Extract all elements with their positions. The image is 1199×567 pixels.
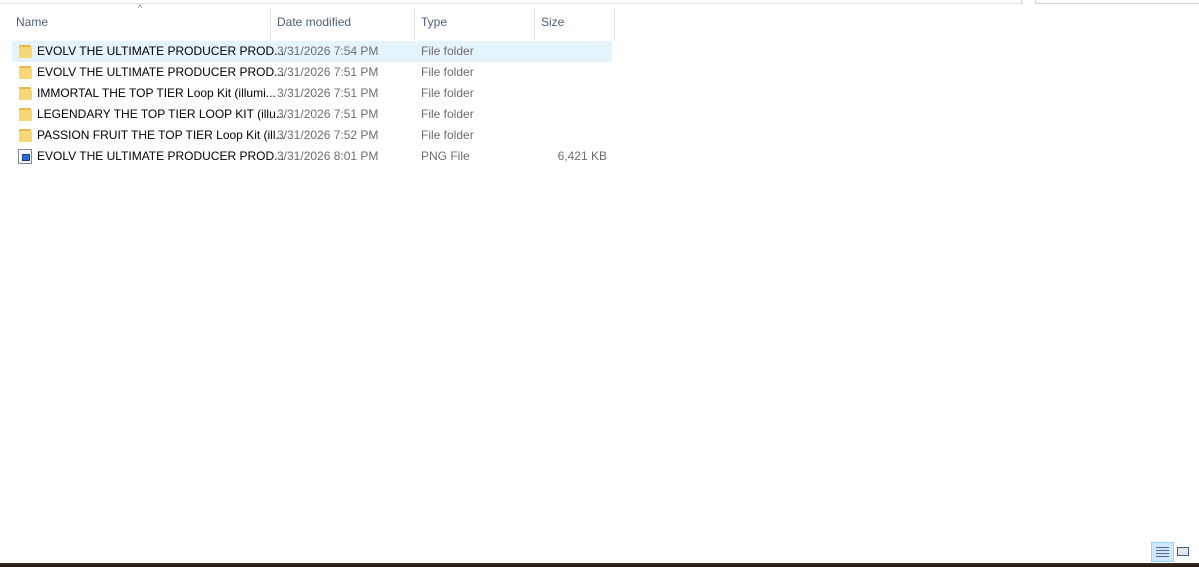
- file-size: 6,421 KB: [557, 149, 607, 163]
- column-header-name[interactable]: Name: [10, 8, 271, 40]
- large-icons-view-icon: [1177, 547, 1189, 556]
- file-date-modified: 3/31/2026 7:51 PM: [277, 86, 379, 100]
- file-row[interactable]: PASSION FRUIT THE TOP TIER Loop Kit (ill…: [12, 125, 612, 146]
- file-name: EVOLV THE ULTIMATE PRODUCER PROD...: [37, 65, 285, 79]
- file-name: IMMORTAL THE TOP TIER Loop Kit (illumi..…: [37, 86, 276, 100]
- column-header-date-modified[interactable]: Date modified: [271, 8, 415, 40]
- file-type: File folder: [421, 65, 474, 79]
- png-file-icon: [18, 149, 32, 164]
- file-type: File folder: [421, 86, 474, 100]
- file-type: PNG File: [421, 149, 470, 163]
- file-type: File folder: [421, 44, 474, 58]
- file-name: EVOLV THE ULTIMATE PRODUCER PROD...: [37, 149, 285, 163]
- taskbar-edge: [0, 563, 1199, 567]
- column-header-bar: ^ Name Date modified Type Size: [0, 4, 615, 40]
- folder-icon: [18, 44, 32, 59]
- file-type: File folder: [421, 107, 474, 121]
- column-header-size[interactable]: Size: [535, 8, 615, 40]
- folder-icon: [18, 107, 32, 122]
- file-row[interactable]: EVOLV THE ULTIMATE PRODUCER PROD... 3/31…: [12, 146, 612, 167]
- file-date-modified: 3/31/2026 7:51 PM: [277, 107, 379, 121]
- file-row[interactable]: EVOLV THE ULTIMATE PRODUCER PROD... 3/31…: [12, 41, 612, 62]
- file-name: EVOLV THE ULTIMATE PRODUCER PROD...: [37, 44, 285, 58]
- file-type: File folder: [421, 128, 474, 142]
- folder-icon: [18, 65, 32, 80]
- details-view-icon: [1156, 547, 1169, 557]
- file-date-modified: 3/31/2026 7:54 PM: [277, 44, 379, 58]
- large-icons-view-button[interactable]: [1176, 542, 1191, 562]
- toolbar-separator: [1021, 0, 1022, 4]
- column-header-type[interactable]: Type: [415, 8, 535, 40]
- file-date-modified: 3/31/2026 7:52 PM: [277, 128, 379, 142]
- folder-icon: [18, 86, 32, 101]
- file-date-modified: 3/31/2026 8:01 PM: [277, 149, 379, 163]
- file-row[interactable]: LEGENDARY THE TOP TIER LOOP KIT (illu...…: [12, 104, 612, 125]
- file-name: PASSION FRUIT THE TOP TIER Loop Kit (ill…: [37, 128, 286, 142]
- file-date-modified: 3/31/2026 7:51 PM: [277, 65, 379, 79]
- details-view-button[interactable]: [1151, 542, 1174, 562]
- file-row[interactable]: IMMORTAL THE TOP TIER Loop Kit (illumi..…: [12, 83, 612, 104]
- folder-icon: [18, 128, 32, 143]
- search-box-edge[interactable]: [1035, 0, 1199, 4]
- file-name: LEGENDARY THE TOP TIER LOOP KIT (illu...: [37, 107, 286, 121]
- file-list: EVOLV THE ULTIMATE PRODUCER PROD... 3/31…: [12, 41, 612, 167]
- file-row[interactable]: EVOLV THE ULTIMATE PRODUCER PROD... 3/31…: [12, 62, 612, 83]
